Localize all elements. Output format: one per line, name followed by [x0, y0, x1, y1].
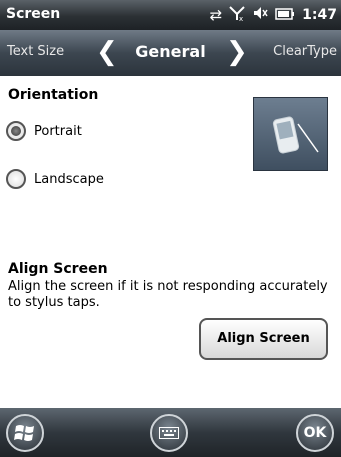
- tab-bar: Text Size ❮ General ❯ ClearType: [0, 30, 341, 76]
- ok-button[interactable]: OK: [296, 414, 334, 452]
- landscape-radio[interactable]: [6, 169, 26, 189]
- phone-icon: [272, 116, 319, 154]
- svg-text:x: x: [239, 15, 243, 21]
- chevron-right-icon[interactable]: ❯: [226, 38, 248, 66]
- speaker-muted-icon[interactable]: [252, 5, 268, 25]
- bottom-bar: OK: [0, 408, 341, 457]
- align-screen-heading: Align Screen: [8, 261, 108, 277]
- status-bar: Screen ⇄ x 1:47: [0, 0, 341, 30]
- app-title: Screen: [6, 6, 61, 22]
- portrait-radio[interactable]: [6, 121, 26, 141]
- tab-cleartype[interactable]: ClearType: [273, 44, 337, 59]
- portrait-label: Portrait: [34, 123, 82, 139]
- status-icons: ⇄ x 1:47: [210, 5, 337, 25]
- orientation-heading: Orientation: [8, 87, 99, 103]
- device-orientation-preview: [253, 97, 328, 171]
- signal-off-icon[interactable]: x: [229, 5, 245, 25]
- keyboard-icon: [159, 427, 179, 439]
- windows-logo-icon: [14, 425, 34, 441]
- landscape-option[interactable]: Landscape: [6, 169, 104, 189]
- start-button[interactable]: [6, 414, 44, 452]
- keyboard-button[interactable]: [150, 414, 188, 452]
- battery-icon[interactable]: [275, 6, 295, 24]
- clock[interactable]: 1:47: [302, 7, 337, 23]
- portrait-option[interactable]: Portrait: [6, 121, 82, 141]
- align-screen-description: Align the screen if it is not responding…: [8, 279, 328, 310]
- align-screen-button[interactable]: Align Screen: [199, 318, 328, 360]
- landscape-label: Landscape: [34, 171, 104, 187]
- sync-icon[interactable]: ⇄: [210, 6, 223, 24]
